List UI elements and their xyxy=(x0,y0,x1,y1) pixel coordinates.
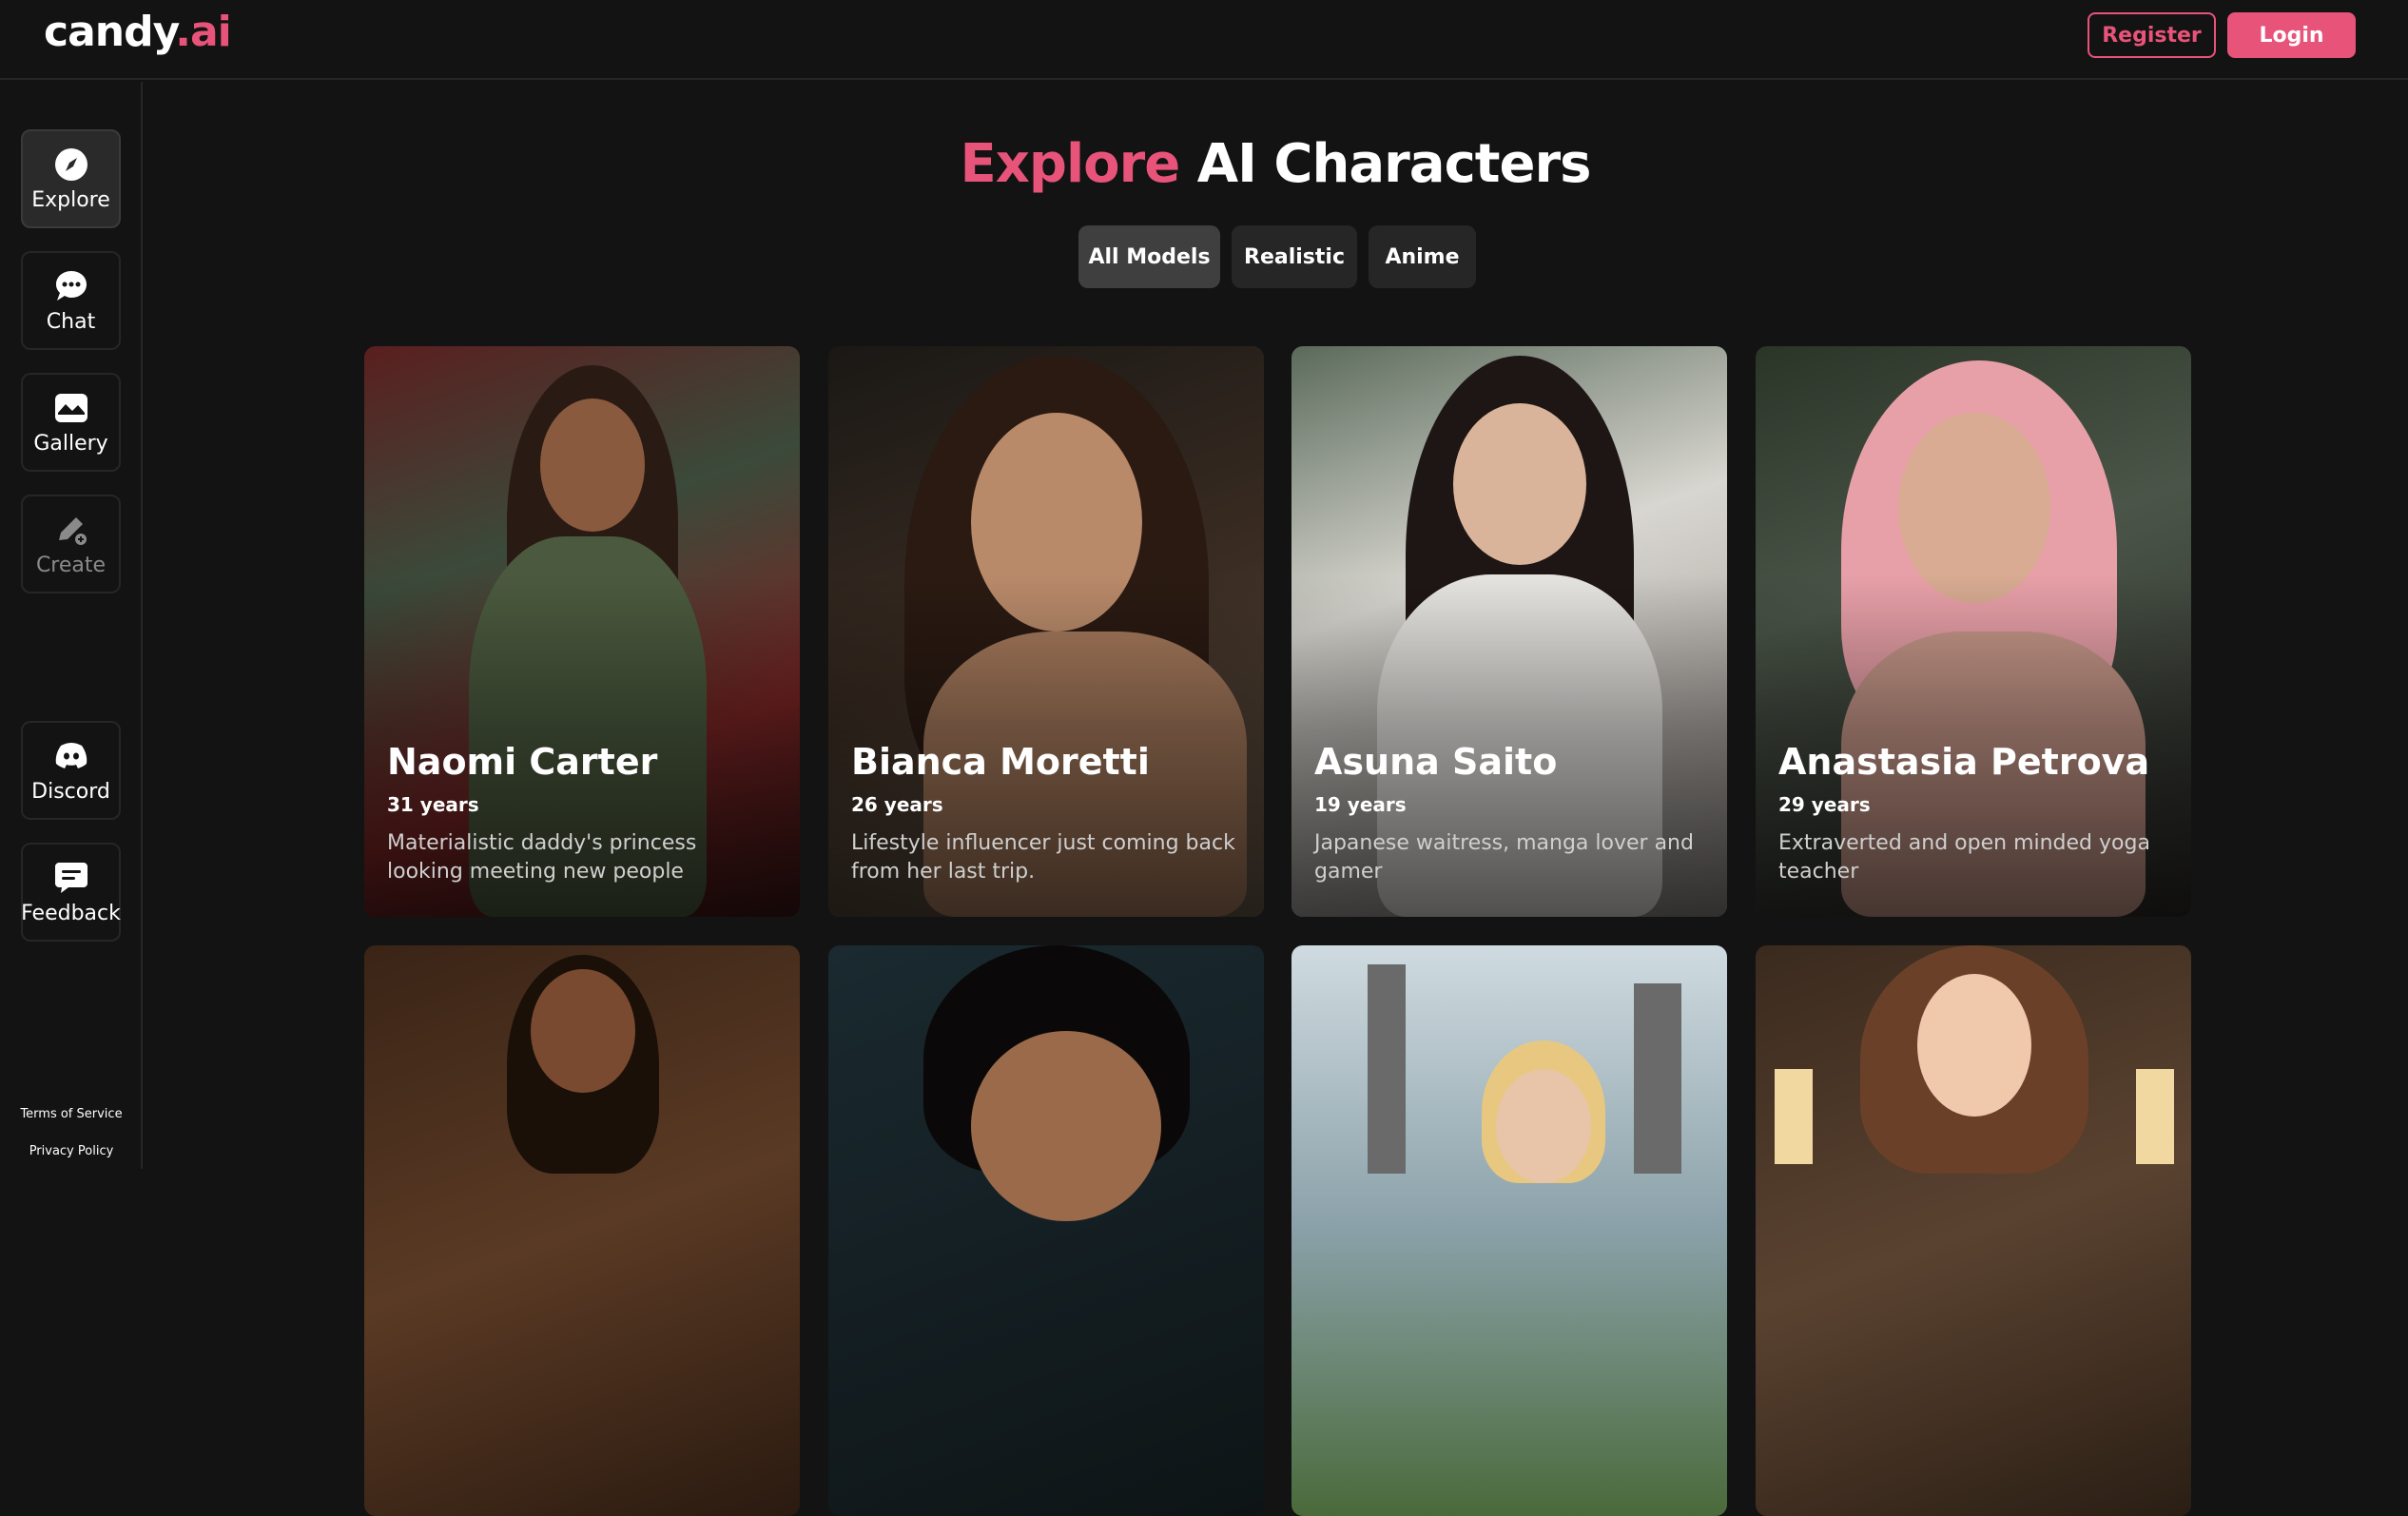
image-icon xyxy=(53,390,89,426)
character-name: Asuna Saito xyxy=(1314,741,1558,783)
privacy-link[interactable]: Privacy Policy xyxy=(0,1144,143,1158)
character-card[interactable]: Bianca Moretti 26 years Lifestyle influe… xyxy=(828,346,1264,917)
sidebar-item-label: Chat xyxy=(46,309,96,334)
character-description: Materialistic daddy's princess looking m… xyxy=(387,831,697,884)
character-description: Extraverted and open minded yoga teacher xyxy=(1778,831,2150,884)
character-card[interactable] xyxy=(1756,945,2191,1516)
sidebar-item-explore[interactable]: Explore xyxy=(21,129,121,228)
character-age: 19 years xyxy=(1314,793,1407,816)
character-age: 29 years xyxy=(1778,793,1871,816)
page-title: Explore AI Characters xyxy=(960,133,1592,195)
compass-icon xyxy=(53,146,89,183)
sidebar-item-chat[interactable]: Chat xyxy=(21,251,121,350)
character-age: 26 years xyxy=(851,793,943,816)
character-description: Japanese waitress, manga lover and gamer xyxy=(1314,831,1694,884)
character-name: Naomi Carter xyxy=(387,741,658,783)
chat-bubble-icon xyxy=(53,268,89,304)
sidebar-item-label: Gallery xyxy=(33,431,108,456)
sidebar-item-label: Feedback xyxy=(21,901,121,925)
top-header: candy.ai Register Login xyxy=(0,0,2408,80)
character-card[interactable]: Anastasia Petrova 29 years Extraverted a… xyxy=(1756,346,2191,917)
sidebar-item-label: Create xyxy=(35,553,107,577)
character-card[interactable] xyxy=(364,945,800,1516)
login-button[interactable]: Login xyxy=(2227,12,2356,58)
filter-realistic[interactable]: Realistic xyxy=(1232,225,1357,288)
character-card[interactable] xyxy=(828,945,1264,1516)
sidebar-item-discord[interactable]: Discord xyxy=(21,721,121,820)
logo[interactable]: candy.ai xyxy=(44,8,232,56)
character-age: 31 years xyxy=(387,793,479,816)
discord-icon xyxy=(53,738,89,774)
terms-link[interactable]: Terms of Service xyxy=(0,1107,143,1121)
sidebar: Explore Chat Gallery Create Discord Feed… xyxy=(0,82,143,1169)
pencil-icon xyxy=(53,512,89,548)
character-name: Bianca Moretti xyxy=(851,741,1150,783)
filter-anime[interactable]: Anime xyxy=(1369,225,1476,288)
sidebar-item-label: Explore xyxy=(31,187,110,212)
character-card[interactable]: Naomi Carter 31 years Materialistic dadd… xyxy=(364,346,800,917)
sidebar-item-feedback[interactable]: Feedback xyxy=(21,843,121,942)
sidebar-item-create[interactable]: Create xyxy=(21,495,121,593)
character-name: Anastasia Petrova xyxy=(1778,741,2150,783)
feedback-icon xyxy=(53,860,89,896)
sidebar-item-label: Discord xyxy=(31,779,110,804)
character-card[interactable] xyxy=(1291,945,1727,1516)
sidebar-item-gallery[interactable]: Gallery xyxy=(21,373,121,472)
filter-all-models[interactable]: All Models xyxy=(1078,225,1220,288)
register-button[interactable]: Register xyxy=(2088,12,2216,58)
character-card[interactable]: Asuna Saito 19 years Japanese waitress, … xyxy=(1291,346,1727,917)
character-description: Lifestyle influencer just coming back fr… xyxy=(851,831,1235,884)
